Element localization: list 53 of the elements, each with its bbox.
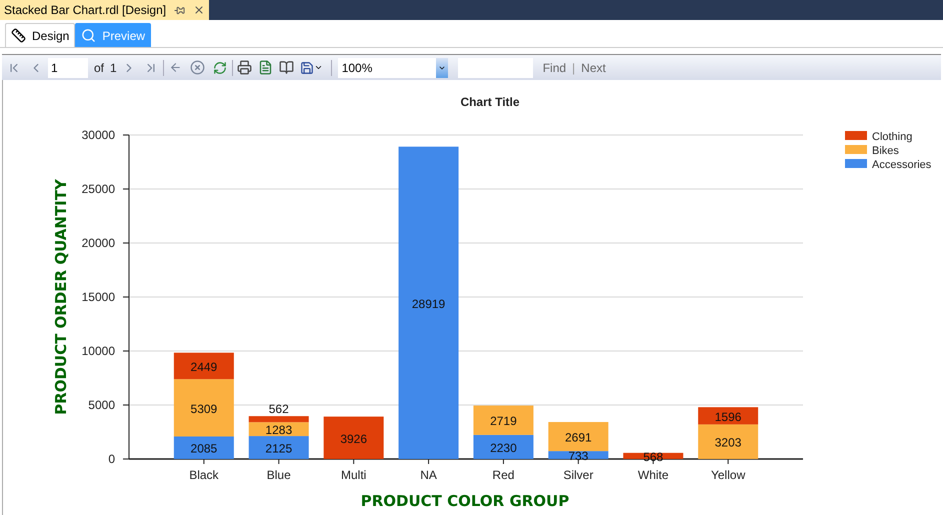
x-tick-label: Multi [341,468,366,482]
find-button[interactable]: Find [542,58,566,76]
data-label: 2449 [190,360,218,374]
y-tick-label: 20000 [82,236,115,250]
x-tick-label: Black [189,468,219,482]
ruler-icon [11,28,26,43]
data-label: 2085 [190,442,218,456]
data-label: 2691 [564,430,592,445]
chart-title: Chart Title [460,95,520,109]
close-icon[interactable] [193,4,206,16]
total-pages: 1 [110,60,117,76]
data-label: 5309 [190,402,218,416]
y-tick-label: 15000 [82,290,115,304]
data-label: 2230 [490,440,517,455]
find-field[interactable] [458,58,533,78]
data-label: 28919 [412,296,446,311]
y-tick-label: 5000 [88,398,115,412]
x-tick-label: Blue [266,468,291,482]
bar-segment [324,416,384,459]
data-label: 2719 [490,414,517,428]
data-label: 3926 [340,432,368,446]
data-label: 2125 [265,442,292,456]
y-axis-title: PRODUCT ORDER QUANTITY [52,179,70,415]
page-field[interactable]: 1 [48,58,88,78]
back-arrow-icon[interactable] [168,61,182,74]
data-label: 1283 [265,423,292,438]
legend-label: Bikes [872,145,899,157]
y-tick-label: 0 [108,452,115,466]
y-tick-label: 25000 [82,182,115,196]
caret-icon[interactable] [314,63,323,72]
separator-text: | [572,60,576,76]
data-label: 3203 [714,436,742,450]
legend-label: Accessories [872,159,932,171]
view-tab[interactable]: Design [5,23,76,47]
x-tick-label: White [638,468,669,482]
legend-label: Clothing [872,131,912,143]
y-tick-label: 30000 [82,128,115,142]
x-tick-label: NA [420,468,437,482]
x-axis-title: PRODUCT COLOR GROUP [360,492,570,510]
next-button[interactable]: Next [581,58,606,76]
data-label: 562 [268,402,289,416]
x-tick-label: Silver [563,468,594,482]
data-label: 1596 [714,410,742,424]
document-tab[interactable]: Stacked Bar Chart.rdl [Design] [0,0,210,20]
zoom-dropdown[interactable]: 100% [338,58,448,78]
bar-segment [473,406,534,435]
magnifier-icon [81,28,96,43]
of-label: of [94,60,104,76]
pin-icon[interactable] [174,4,186,16]
bar-segment [473,434,534,459]
x-tick-label: Red [492,468,514,482]
y-tick-label: 10000 [82,344,115,358]
x-tick-label: Yellow [710,468,746,482]
